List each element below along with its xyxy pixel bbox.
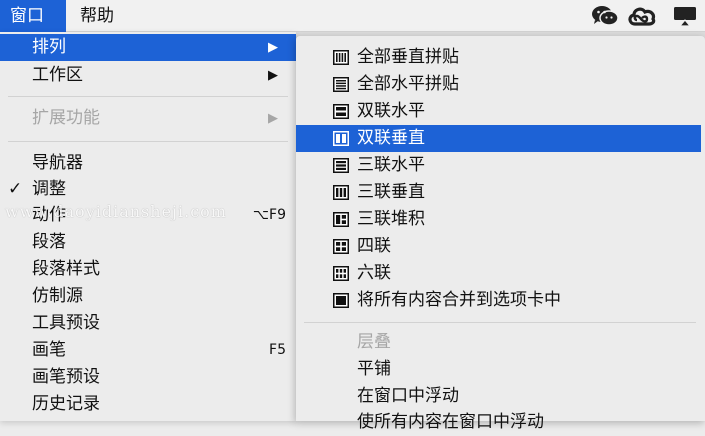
two-up-vertical-icon [333, 131, 349, 146]
submenu-arrow-icon: ▶ [268, 111, 278, 126]
creative-cloud-icon[interactable] [626, 4, 658, 28]
menu-item-actions[interactable]: 动作 ⌥F9 [0, 202, 296, 229]
tile-all-horizontal-icon [333, 77, 349, 92]
menu-bar: 窗口 帮助 [0, 0, 705, 32]
submenu-arrow-icon: ▶ [268, 40, 278, 55]
submenu-item-tile[interactable]: 平铺 [296, 356, 701, 383]
submenu-arrow-icon: ▶ [268, 68, 278, 83]
airplay-icon[interactable] [670, 4, 700, 28]
tile-all-vertical-icon [333, 50, 349, 65]
submenu-item-three-up-stacked[interactable]: 三联堆积 [296, 206, 701, 233]
menu-item-brush-presets[interactable]: 画笔预设 [0, 364, 296, 391]
menu-item-paragraph-styles[interactable]: 段落样式 [0, 256, 296, 283]
three-up-vertical-icon [333, 185, 349, 200]
two-up-horizontal-icon [333, 104, 349, 119]
submenu-item-two-up-horizontal[interactable]: 双联水平 [296, 98, 701, 125]
three-up-horizontal-icon [333, 158, 349, 173]
menu-item-paragraph[interactable]: 段落 [0, 229, 296, 256]
three-up-stacked-icon [333, 212, 349, 227]
submenu-item-six-up[interactable]: 六联 [296, 260, 701, 287]
menu-item-workspace[interactable]: 工作区 ▶ [0, 62, 296, 89]
menu-window[interactable]: 窗口 [0, 0, 66, 32]
four-up-icon [333, 239, 349, 254]
menu-help[interactable]: 帮助 [70, 0, 130, 32]
menu-item-history[interactable]: 历史记录 [0, 391, 296, 418]
menu-item-extensions: 扩展功能 ▶ [0, 105, 296, 132]
six-up-icon [333, 266, 349, 281]
submenu-item-tile-all-horizontal[interactable]: 全部水平拼贴 [296, 71, 701, 98]
submenu-item-four-up[interactable]: 四联 [296, 233, 701, 260]
menu-separator [304, 322, 696, 323]
submenu-item-tile-all-vertical[interactable]: 全部垂直拼贴 [296, 44, 701, 71]
consolidate-tabs-icon [333, 293, 349, 308]
arrange-submenu: 全部垂直拼贴 全部水平拼贴 双联水平 双联垂直 三联水平 三联垂直 三联堆积 四… [296, 36, 705, 432]
menu-item-adjustments[interactable]: ✓ 调整 [0, 176, 296, 203]
menu-item-brushes[interactable]: 画笔 F5 [0, 337, 296, 364]
submenu-item-float-in-window[interactable]: 在窗口中浮动 [296, 383, 701, 410]
checkmark-icon: ✓ [8, 179, 23, 199]
window-menu-dropdown: 排列 ▶ 工作区 ▶ 扩展功能 ▶ 导航器 ✓ 调整 动作 ⌥F9 段落 段落样… [0, 32, 296, 421]
menu-item-clone-source[interactable]: 仿制源 [0, 283, 296, 310]
shortcut-label: F5 [269, 342, 286, 358]
submenu-item-consolidate-tabs[interactable]: 将所有内容合并到选项卡中 [296, 287, 701, 314]
menu-item-arrange[interactable]: 排列 ▶ [0, 34, 296, 61]
menu-separator [8, 141, 288, 142]
submenu-item-cascade: 层叠 [357, 332, 391, 352]
shortcut-label: ⌥F9 [252, 207, 286, 223]
submenu-item-three-up-vertical[interactable]: 三联垂直 [296, 179, 701, 206]
menu-item-tool-presets[interactable]: 工具预设 [0, 310, 296, 337]
menu-item-navigator[interactable]: 导航器 [0, 150, 296, 177]
submenu-item-three-up-horizontal[interactable]: 三联水平 [296, 152, 701, 179]
wechat-icon[interactable] [589, 4, 621, 28]
menu-separator [8, 96, 288, 97]
submenu-item-two-up-vertical[interactable]: 双联垂直 [296, 125, 701, 152]
submenu-item-float-all-in-windows[interactable]: 使所有内容在窗口中浮动 [296, 409, 701, 436]
